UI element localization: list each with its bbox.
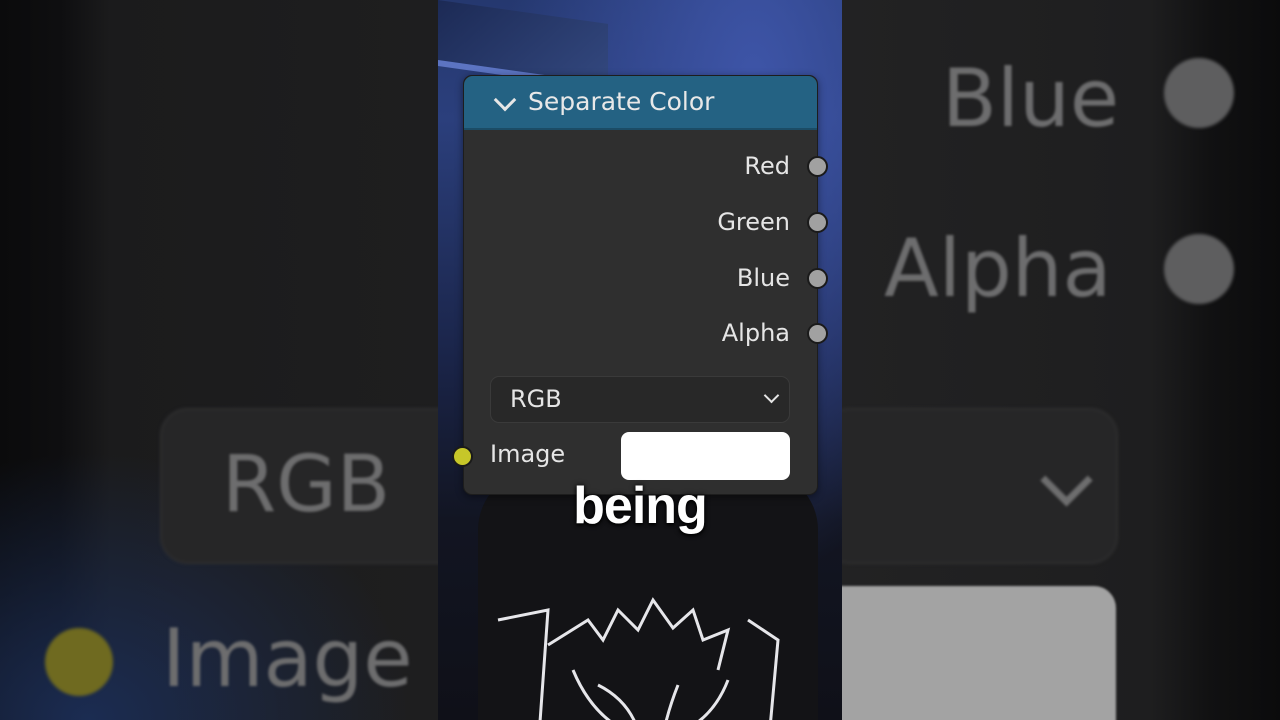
separate-color-node[interactable]: Separate Color Red Green Blue Alpha RGB … <box>452 75 828 495</box>
mode-dropdown[interactable]: RGB <box>490 376 790 423</box>
input-image-row: Image <box>452 431 817 481</box>
background-color-swatch <box>842 586 1116 720</box>
node-title: Separate Color <box>528 87 715 116</box>
output-alpha-row: Alpha <box>464 313 828 353</box>
background-rgb-label: RGB <box>222 440 391 530</box>
output-green-row: Green <box>464 202 828 242</box>
input-image-label: Image <box>490 440 566 468</box>
output-blue-label: Blue <box>736 264 790 292</box>
output-red-row: Red <box>464 146 828 186</box>
subtitle-caption: being <box>573 477 708 535</box>
output-green-socket[interactable] <box>807 212 828 233</box>
output-blue-socket[interactable] <box>807 268 828 289</box>
background-image-label: Image <box>162 612 413 705</box>
chevron-down-icon <box>763 387 780 404</box>
mode-dropdown-value: RGB <box>510 385 562 413</box>
output-alpha-label: Alpha <box>721 319 790 347</box>
background-image-socket <box>45 628 113 696</box>
output-red-socket[interactable] <box>807 156 828 177</box>
image-color-swatch[interactable] <box>621 432 790 480</box>
background-left-panel: RGB Image <box>0 0 438 720</box>
input-image-socket[interactable] <box>452 446 473 467</box>
background-alpha-socket <box>1164 234 1234 304</box>
node-header[interactable]: Separate Color <box>464 76 817 130</box>
background-blue-label: Blue <box>942 52 1120 145</box>
chevron-down-icon[interactable] <box>493 88 517 112</box>
background-blue-socket <box>1164 58 1234 128</box>
background-right-panel: Blue Alpha <box>842 0 1280 720</box>
background-alpha-label: Alpha <box>884 222 1112 315</box>
output-alpha-socket[interactable] <box>807 323 828 344</box>
output-blue-row: Blue <box>464 258 828 298</box>
output-red-label: Red <box>744 152 790 180</box>
output-green-label: Green <box>717 208 790 236</box>
